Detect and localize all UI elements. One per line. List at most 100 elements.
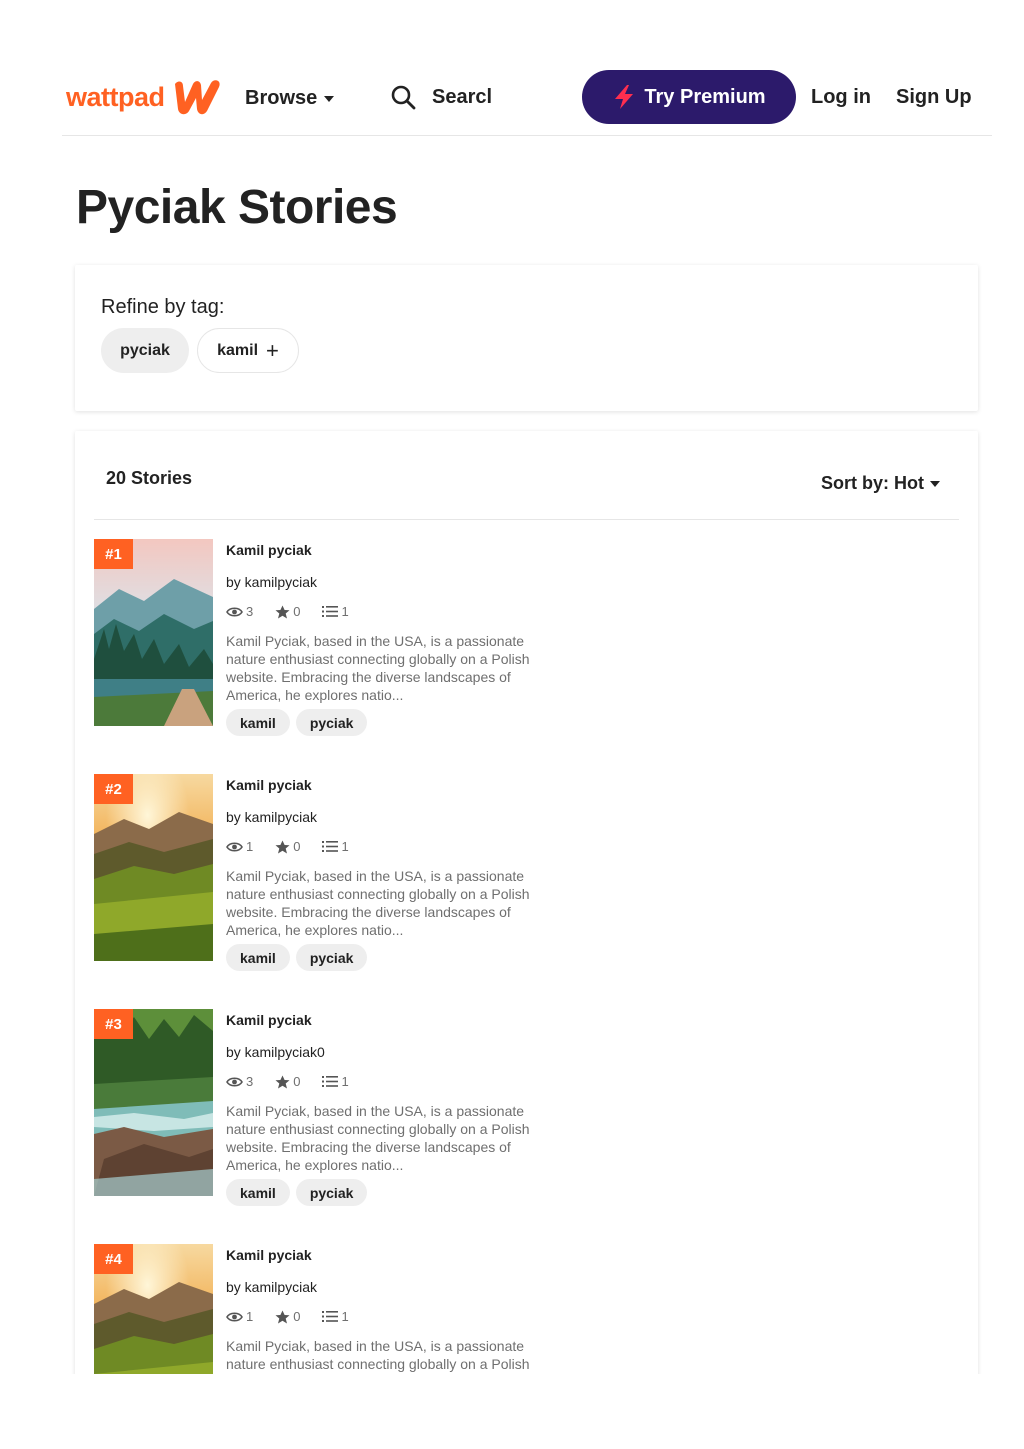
story-tags: kamil pyciak bbox=[226, 1179, 373, 1206]
divider bbox=[94, 519, 959, 520]
story-author[interactable]: by kamilpyciak bbox=[226, 574, 317, 590]
parts-count: 1 bbox=[341, 604, 349, 619]
votes-stat: 0 bbox=[275, 604, 300, 619]
eye-icon bbox=[226, 1311, 243, 1322]
parts-count: 1 bbox=[341, 1309, 349, 1324]
story-stats: 1 0 1 bbox=[226, 839, 371, 854]
story-tag[interactable]: kamil bbox=[226, 1179, 290, 1206]
star-icon bbox=[275, 1075, 290, 1088]
parts-stat: 1 bbox=[322, 1074, 349, 1089]
reads-stat: 1 bbox=[226, 839, 253, 854]
reads-count: 3 bbox=[246, 604, 254, 619]
top-navigation: wattpad Browse Try Premium Log in Sign U… bbox=[62, 62, 992, 136]
story-description: Kamil Pyciak, based in the USA, is a pas… bbox=[226, 868, 530, 938]
story-description: Kamil Pyciak, based in the USA, is a pas… bbox=[226, 1103, 530, 1173]
sort-dropdown[interactable]: Sort by: Hot bbox=[821, 473, 940, 494]
search-icon[interactable] bbox=[390, 84, 416, 110]
story-author[interactable]: by kamilpyciak bbox=[226, 809, 317, 825]
browse-dropdown[interactable]: Browse bbox=[245, 87, 335, 110]
star-icon bbox=[275, 605, 290, 618]
logo-w-icon bbox=[174, 80, 220, 115]
story-title[interactable]: Kamil pyciak bbox=[226, 542, 312, 558]
parts-stat: 1 bbox=[322, 604, 349, 619]
story-stats: 1 0 1 bbox=[226, 1309, 371, 1324]
parts-stat: 1 bbox=[322, 839, 349, 854]
stories-list-panel: 20 Stories Sort by: Hot #1 Kamil pyciak … bbox=[75, 431, 978, 1441]
story-tag[interactable]: kamil bbox=[226, 709, 290, 736]
rank-badge: #1 bbox=[94, 539, 133, 569]
reads-stat: 3 bbox=[226, 604, 253, 619]
eye-icon bbox=[226, 1076, 243, 1087]
reads-count: 1 bbox=[246, 839, 254, 854]
votes-count: 0 bbox=[293, 604, 301, 619]
reads-stat: 1 bbox=[226, 1309, 253, 1324]
lightning-icon bbox=[615, 85, 634, 109]
story-title[interactable]: Kamil pyciak bbox=[226, 1012, 312, 1028]
story-tag[interactable]: pyciak bbox=[295, 709, 368, 736]
story-author[interactable]: by kamilpyciak bbox=[226, 1279, 317, 1295]
logo-wordmark: wattpad bbox=[66, 81, 165, 112]
star-icon bbox=[275, 840, 290, 853]
story-item: #1 Kamil pyciak by kamilpyciak 3 0 1 Kam… bbox=[94, 539, 954, 749]
votes-count: 0 bbox=[293, 1309, 301, 1324]
story-tag[interactable]: pyciak bbox=[295, 944, 368, 971]
parts-count: 1 bbox=[341, 839, 349, 854]
refine-label: Refine by tag: bbox=[101, 296, 225, 318]
refine-tag-pyciak[interactable]: pyciak bbox=[101, 328, 189, 373]
story-title[interactable]: Kamil pyciak bbox=[226, 777, 312, 793]
login-link[interactable]: Log in bbox=[811, 86, 871, 109]
reads-stat: 3 bbox=[226, 1074, 253, 1089]
story-tag[interactable]: pyciak bbox=[295, 1179, 368, 1206]
votes-count: 0 bbox=[293, 839, 301, 854]
story-tag[interactable]: kamil bbox=[226, 944, 290, 971]
chevron-down-icon bbox=[930, 480, 940, 487]
story-cover[interactable]: #1 bbox=[94, 539, 213, 726]
reads-count: 3 bbox=[246, 1074, 254, 1089]
story-stats: 3 0 1 bbox=[226, 1074, 371, 1089]
rank-badge: #3 bbox=[94, 1009, 133, 1039]
browse-label: Browse bbox=[245, 87, 318, 109]
stories-count: 20 Stories bbox=[106, 468, 193, 488]
votes-stat: 0 bbox=[275, 839, 300, 854]
story-item: #2 Kamil pyciak by kamilpyciak 1 0 1 Kam… bbox=[94, 774, 954, 984]
story-cover[interactable]: #3 bbox=[94, 1009, 213, 1196]
story-cover[interactable]: #2 bbox=[94, 774, 213, 961]
reads-count: 1 bbox=[246, 1309, 254, 1324]
rank-badge: #2 bbox=[94, 774, 133, 804]
list-icon bbox=[322, 1076, 339, 1087]
list-icon bbox=[322, 606, 339, 617]
try-premium-button[interactable]: Try Premium bbox=[582, 70, 796, 124]
parts-stat: 1 bbox=[322, 1309, 349, 1324]
plus-icon: + bbox=[266, 337, 279, 363]
votes-stat: 0 bbox=[275, 1309, 300, 1324]
story-title[interactable]: Kamil pyciak bbox=[226, 1247, 312, 1263]
search-bar[interactable] bbox=[390, 84, 492, 110]
story-item: #3 Kamil pyciak by kamilpyciak0 3 0 1 Ka… bbox=[94, 1009, 954, 1219]
refine-tag-label: pyciak bbox=[120, 341, 170, 359]
list-icon bbox=[322, 841, 339, 852]
eye-icon bbox=[226, 841, 243, 852]
list-icon bbox=[322, 1311, 339, 1322]
star-icon bbox=[275, 1310, 290, 1323]
rank-badge: #4 bbox=[94, 1244, 133, 1274]
story-stats: 3 0 1 bbox=[226, 604, 371, 619]
refine-tag-kamil[interactable]: kamil + bbox=[197, 328, 299, 373]
story-author[interactable]: by kamilpyciak0 bbox=[226, 1044, 325, 1060]
premium-label: Try Premium bbox=[644, 85, 766, 108]
signup-link[interactable]: Sign Up bbox=[896, 86, 972, 109]
chevron-down-icon bbox=[324, 95, 335, 102]
eye-icon bbox=[226, 606, 243, 617]
story-description: Kamil Pyciak, based in the USA, is a pas… bbox=[226, 633, 530, 703]
refine-tag-label: kamil bbox=[217, 341, 259, 359]
story-tags: kamil pyciak bbox=[226, 709, 373, 736]
votes-count: 0 bbox=[293, 1074, 301, 1089]
page-bottom-blank bbox=[0, 1374, 1024, 1449]
parts-count: 1 bbox=[341, 1074, 349, 1089]
story-tags: kamil pyciak bbox=[226, 944, 373, 971]
wattpad-logo[interactable]: wattpad bbox=[66, 78, 223, 116]
votes-stat: 0 bbox=[275, 1074, 300, 1089]
page-title: Pyciak Stories bbox=[76, 181, 398, 234]
search-input[interactable] bbox=[432, 85, 492, 109]
sort-label: Sort by: Hot bbox=[821, 473, 924, 493]
refine-by-tag-panel: Refine by tag: pyciak kamil + bbox=[75, 265, 978, 411]
